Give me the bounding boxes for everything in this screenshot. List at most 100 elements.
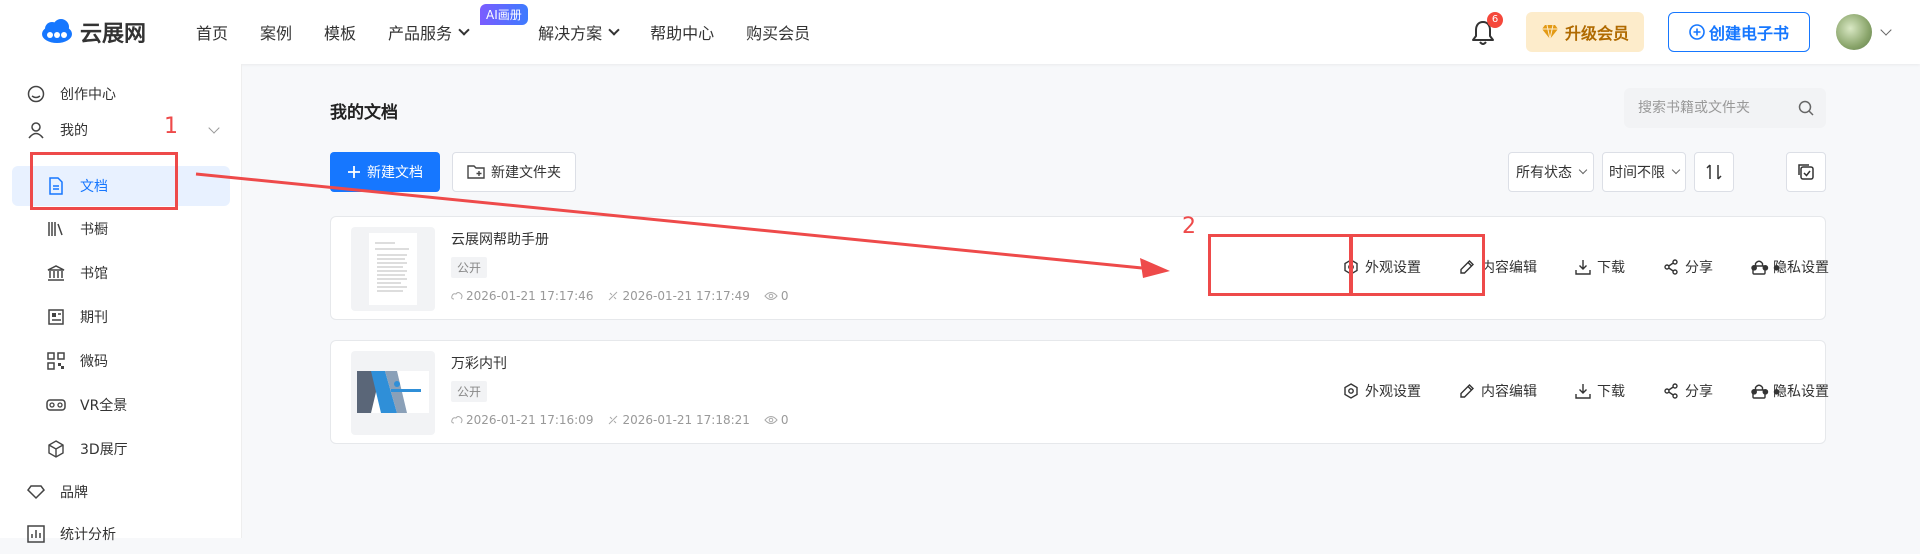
search-icon[interactable] (1798, 100, 1814, 116)
sidebar-item-vr[interactable]: VR全景 (0, 385, 242, 425)
diamond-icon (1541, 24, 1558, 40)
sidebar-item-label: 微码 (80, 354, 108, 370)
download-button[interactable]: 下载 (1575, 257, 1625, 277)
pencil-icon (1460, 384, 1474, 398)
sidebar-item-mine[interactable]: 我的 (0, 110, 242, 150)
avatar[interactable] (1836, 14, 1872, 50)
sort-button[interactable] (1694, 152, 1734, 192)
content-edit-label: 内容编辑 (1481, 260, 1537, 276)
more-options-icon[interactable]: ••• (1749, 259, 1783, 278)
diamond-icon (26, 482, 46, 502)
vr-icon (46, 395, 66, 415)
more-options-icon[interactable]: ••• (1749, 383, 1783, 402)
chart-icon (26, 524, 46, 544)
folder-plus-icon (467, 165, 485, 179)
download-button[interactable]: 下载 (1575, 381, 1625, 401)
checkbox-multi-icon (1798, 164, 1814, 180)
nav-home[interactable]: 首页 (196, 20, 228, 44)
share-icon (1664, 259, 1678, 275)
created-time: 2026-01-21 17:16:09 (466, 413, 594, 427)
batch-select-button[interactable] (1786, 152, 1826, 192)
new-document-button[interactable]: 新建文档 (330, 152, 440, 192)
nav-products[interactable]: 产品服务 AI画册 (388, 4, 528, 44)
sidebar-item-label: 我的 (60, 123, 88, 139)
document-thumbnail[interactable] (351, 351, 435, 435)
page-title: 我的文档 (330, 103, 398, 123)
hexagon-settings-icon (1344, 383, 1358, 399)
chevron-down-icon (608, 23, 620, 36)
sort-icon (1706, 164, 1722, 180)
plus-icon (348, 166, 360, 178)
sidebar-item-bookshelf[interactable]: 书橱 (0, 209, 242, 249)
top-header: 云展网 首页 案例 模板 产品服务 AI画册 解决方案 帮助中心 购买会员 6 … (0, 0, 1920, 64)
content-edit-button[interactable]: 内容编辑 (1459, 381, 1537, 401)
content-edit-label: 内容编辑 (1481, 384, 1537, 400)
notification-count-badge: 6 (1487, 12, 1503, 28)
cloud-upload-icon (451, 416, 463, 424)
download-icon (1575, 260, 1591, 275)
new-folder-button[interactable]: 新建文件夹 (452, 152, 576, 192)
upgrade-vip-button[interactable]: 升级会员 (1526, 12, 1644, 52)
sidebar-item-brand[interactable]: 品牌 (0, 472, 242, 512)
document-title[interactable]: 云展网帮助手册 (451, 229, 549, 249)
create-ebook-button[interactable]: 创建电子书 (1668, 12, 1810, 52)
ai-badge[interactable]: AI画册 (480, 4, 528, 25)
document-meta: 2026-01-21 17:17:46 2026-01-21 17:17:49 … (451, 289, 803, 303)
chevron-down-icon (1671, 165, 1681, 175)
sidebar-item-statistics[interactable]: 统计分析 (0, 514, 242, 554)
sidebar-item-3d-hall[interactable]: 3D展厅 (0, 429, 242, 469)
share-button[interactable]: 分享 (1663, 381, 1713, 401)
bookshelf-icon (46, 219, 66, 239)
visibility-tag: 公开 (451, 257, 488, 278)
annotation-box-1 (30, 152, 178, 210)
qrcode-icon (46, 351, 66, 371)
sidebar-item-creation-center[interactable]: 创作中心 (0, 74, 242, 114)
sidebar-item-label: VR全景 (80, 398, 128, 414)
sidebar-item-label: 统计分析 (60, 527, 116, 543)
search-input[interactable] (1638, 100, 1798, 116)
document-meta: 2026-01-21 17:16:09 2026-01-21 17:18:21 … (451, 413, 803, 427)
sidebar-item-microcode[interactable]: 微码 (0, 341, 242, 381)
appearance-settings-button[interactable]: 外观设置 (1343, 381, 1421, 401)
time-filter-value: 时间不限 (1609, 165, 1665, 181)
upgrade-vip-label: 升级会员 (1564, 24, 1629, 43)
sidebar-item-library[interactable]: 书馆 (0, 253, 242, 293)
chevron-down-icon[interactable] (1880, 24, 1892, 36)
eye-icon (764, 292, 778, 300)
status-filter-select[interactable]: 所有状态 (1508, 152, 1594, 192)
search-box[interactable] (1624, 88, 1826, 128)
sidebar-item-label: 3D展厅 (80, 442, 128, 458)
cloud-logo-icon (42, 19, 72, 43)
sidebar-item-label: 创作中心 (60, 87, 116, 103)
document-card[interactable]: 万彩内刊 公开 2026-01-21 17:16:09 2026-01-21 1… (330, 340, 1829, 444)
sidebar: 创作中心 我的 文档 书橱 书馆 期刊 微码 VR全景 3D展厅 品牌 统计分析 (0, 64, 242, 543)
sidebar-item-journal[interactable]: 期刊 (0, 297, 242, 337)
journal-icon (46, 307, 66, 327)
edit-link-icon (609, 415, 618, 425)
time-filter-select[interactable]: 时间不限 (1602, 152, 1686, 192)
nav-membership[interactable]: 购买会员 (746, 20, 810, 44)
nav-products-label: 产品服务 (388, 24, 453, 43)
logo[interactable]: 云展网 (40, 16, 146, 48)
create-ebook-label: 创建电子书 (1708, 24, 1789, 43)
cloud-upload-icon (451, 292, 463, 300)
document-thumbnail[interactable] (351, 227, 435, 311)
share-button[interactable]: 分享 (1663, 257, 1713, 277)
nav-solutions[interactable]: 解决方案 (538, 20, 620, 44)
appearance-settings-label: 外观设置 (1365, 384, 1421, 400)
library-icon (46, 263, 66, 283)
view-count: 0 (780, 289, 789, 303)
main-nav: 首页 案例 模板 产品服务 AI画册 解决方案 帮助中心 购买会员 (196, 0, 842, 64)
nav-templates[interactable]: 模板 (324, 20, 356, 44)
status-filter-value: 所有状态 (1516, 165, 1572, 181)
annotation-box-2b (1350, 234, 1485, 296)
nav-cases[interactable]: 案例 (260, 20, 292, 44)
chevron-down-icon (208, 122, 220, 134)
sidebar-item-label: 期刊 (80, 310, 108, 326)
share-label: 分享 (1685, 384, 1713, 400)
document-title[interactable]: 万彩内刊 (451, 353, 507, 373)
document-card[interactable]: 云展网帮助手册 公开 2026-01-21 17:17:46 2026-01-2… (330, 216, 1829, 320)
created-time: 2026-01-21 17:17:46 (466, 289, 594, 303)
nav-help[interactable]: 帮助中心 (650, 20, 714, 44)
annotation-box-2a (1208, 234, 1352, 296)
